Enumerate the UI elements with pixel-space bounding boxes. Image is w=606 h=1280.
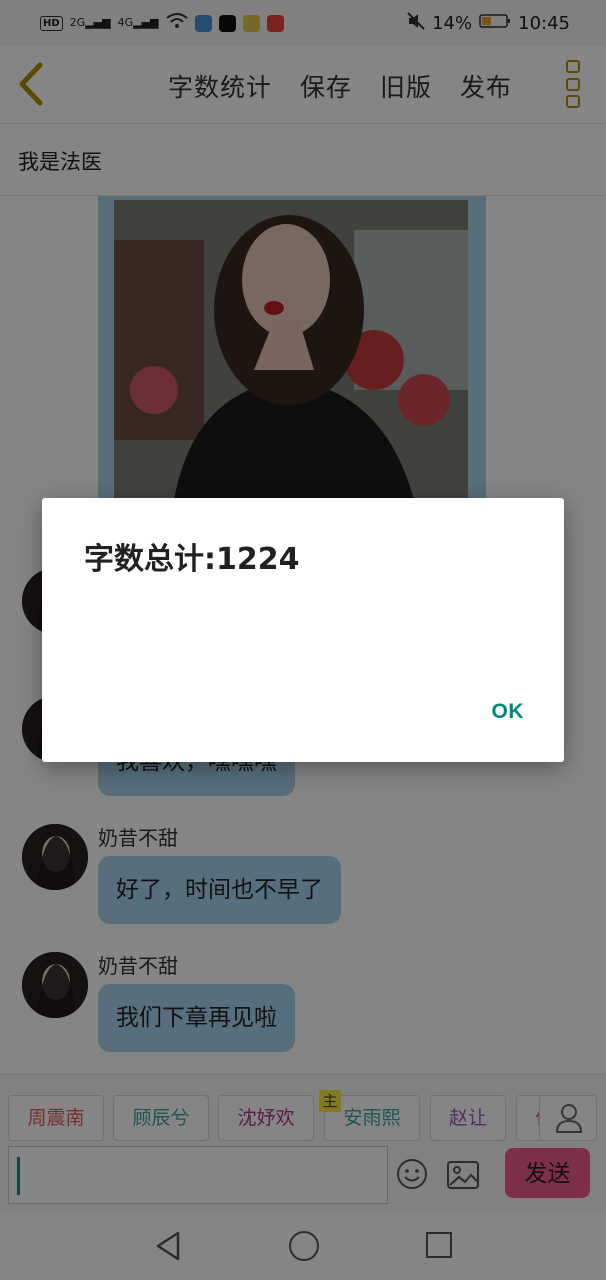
- ok-button[interactable]: OK: [492, 700, 525, 724]
- word-count-dialog: 字数总计:1224 OK: [42, 498, 564, 762]
- dialog-message: 字数总计:1224: [84, 542, 300, 577]
